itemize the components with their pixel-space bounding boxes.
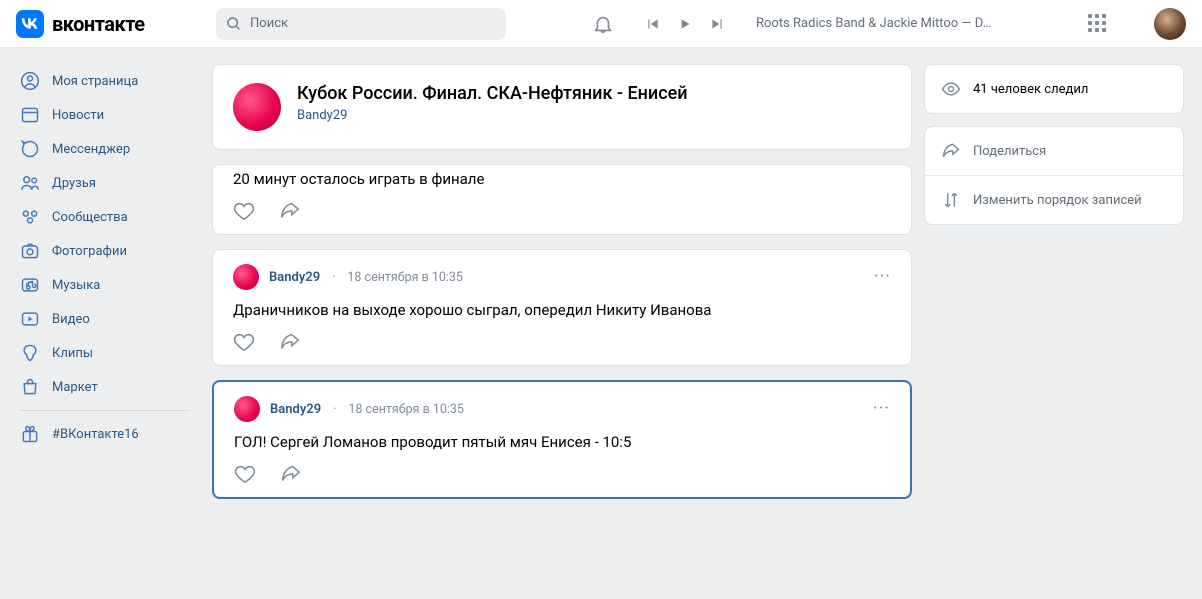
followers-widget: 41 человек следил bbox=[924, 64, 1184, 114]
news-icon bbox=[20, 105, 40, 125]
search-icon bbox=[226, 16, 242, 32]
sidebar-item-friends[interactable]: Друзья bbox=[10, 166, 200, 200]
like-icon[interactable] bbox=[233, 331, 255, 353]
gift-icon bbox=[20, 424, 40, 444]
post-author-link[interactable]: Bandy29 bbox=[269, 270, 320, 285]
post-date: 18 сентября в 10:35 bbox=[347, 270, 463, 285]
market-icon bbox=[20, 377, 40, 397]
eye-icon bbox=[941, 79, 961, 99]
post-avatar[interactable] bbox=[234, 396, 260, 422]
clips-icon bbox=[20, 343, 40, 363]
post-dot: · bbox=[333, 402, 336, 417]
sidebar-nav: Моя страница Новости Мессенджер Друзья С… bbox=[10, 64, 200, 513]
messenger-icon bbox=[20, 139, 40, 159]
sidebar-item-label: Фотографии bbox=[52, 244, 127, 259]
post-body: Драничников на выходе хорошо сыграл, опе… bbox=[233, 300, 891, 321]
logo[interactable]: вконтакте bbox=[16, 10, 216, 38]
sidebar-item-video[interactable]: Видео bbox=[10, 302, 200, 336]
user-avatar[interactable] bbox=[1154, 8, 1186, 40]
sidebar-item-market[interactable]: Маркет bbox=[10, 370, 200, 404]
share-icon[interactable] bbox=[279, 200, 301, 222]
play-icon[interactable] bbox=[678, 17, 692, 31]
prev-track-icon[interactable] bbox=[646, 17, 660, 31]
sidebar-item-label: Маркет bbox=[52, 380, 98, 395]
sort-icon bbox=[941, 190, 961, 210]
top-header: вконтакте Поиск Roots Radics Band & Jack… bbox=[0, 0, 1202, 48]
logo-text: вконтакте bbox=[52, 12, 145, 36]
share-icon[interactable] bbox=[279, 331, 301, 353]
post-highlighted: Bandy29 · 18 сентября в 10:35 ··· ГОЛ! С… bbox=[212, 380, 912, 499]
post-header: Bandy29 · 18 сентября в 10:35 ··· bbox=[233, 264, 891, 290]
search-placeholder: Поиск bbox=[250, 16, 288, 31]
post-header: Bandy29 · 18 сентября в 10:35 ··· bbox=[234, 396, 890, 422]
post-actions bbox=[233, 200, 891, 222]
sidebar-item-label: Музыка bbox=[52, 278, 100, 293]
post: 20 минут осталось играть в финале bbox=[212, 164, 912, 235]
main-content: Кубок России. Финал. СКА-Нефтяник - Енис… bbox=[212, 64, 912, 513]
photos-icon bbox=[20, 241, 40, 261]
share-icon bbox=[941, 141, 961, 161]
music-icon bbox=[20, 275, 40, 295]
reorder-action[interactable]: Изменить порядок записей bbox=[925, 176, 1183, 224]
profile-icon bbox=[20, 71, 40, 91]
post: Bandy29 · 18 сентября в 10:35 ··· Дранич… bbox=[212, 249, 912, 366]
post-author-link[interactable]: Bandy29 bbox=[270, 402, 321, 417]
sidebar-item-photos[interactable]: Фотографии bbox=[10, 234, 200, 268]
followers-text: 41 человек следил bbox=[973, 82, 1088, 97]
sidebar-item-clips[interactable]: Клипы bbox=[10, 336, 200, 370]
right-sidebar: 41 человек следил Поделиться Изменить по… bbox=[924, 64, 1184, 513]
like-icon[interactable] bbox=[234, 463, 256, 485]
actions-widget: Поделиться Изменить порядок записей bbox=[924, 126, 1184, 225]
friends-icon bbox=[20, 173, 40, 193]
vk-logo-icon bbox=[16, 10, 44, 38]
group-avatar[interactable] bbox=[233, 83, 281, 131]
reorder-text: Изменить порядок записей bbox=[973, 193, 1142, 208]
topic-author-link[interactable]: Bandy29 bbox=[297, 108, 688, 123]
header-controls: Roots Radics Band & Jackie Mittoo — D… bbox=[592, 8, 1186, 40]
post-dot: · bbox=[332, 270, 335, 285]
share-action[interactable]: Поделиться bbox=[925, 127, 1183, 176]
sidebar-item-news[interactable]: Новости bbox=[10, 98, 200, 132]
post-actions bbox=[234, 463, 890, 485]
sidebar-divider bbox=[20, 410, 190, 411]
post-more-icon[interactable]: ··· bbox=[873, 404, 890, 414]
now-playing-text[interactable]: Roots Radics Band & Jackie Mittoo — D… bbox=[756, 16, 1046, 31]
post-actions bbox=[233, 331, 891, 353]
sidebar-item-messenger[interactable]: Мессенджер bbox=[10, 132, 200, 166]
sidebar-item-label: Моя страница bbox=[52, 74, 138, 89]
sidebar-item-music[interactable]: Музыка bbox=[10, 268, 200, 302]
player-controls bbox=[646, 17, 724, 31]
sidebar-item-label: Новости bbox=[52, 108, 104, 123]
post-body: ГОЛ! Сергей Ломанов проводит пятый мяч Е… bbox=[234, 432, 890, 453]
bell-icon[interactable] bbox=[592, 13, 614, 35]
sidebar-item-label: Друзья bbox=[52, 176, 96, 191]
post-avatar[interactable] bbox=[233, 264, 259, 290]
post-body: 20 минут осталось играть в финале bbox=[233, 165, 891, 190]
sidebar-item-communities[interactable]: Сообщества bbox=[10, 200, 200, 234]
next-track-icon[interactable] bbox=[710, 17, 724, 31]
post-date: 18 сентября в 10:35 bbox=[348, 402, 464, 417]
like-icon[interactable] bbox=[233, 200, 255, 222]
sidebar-item-label: Мессенджер bbox=[52, 142, 130, 157]
sidebar-item-label: Сообщества bbox=[52, 210, 128, 225]
sidebar-item-profile[interactable]: Моя страница bbox=[10, 64, 200, 98]
sidebar-item-label: Клипы bbox=[52, 346, 93, 361]
post-more-icon[interactable]: ··· bbox=[874, 272, 891, 282]
video-icon bbox=[20, 309, 40, 329]
followers-count[interactable]: 41 человек следил bbox=[925, 65, 1183, 113]
search-input[interactable]: Поиск bbox=[216, 8, 506, 40]
share-text: Поделиться bbox=[973, 144, 1046, 159]
sidebar-item-label: #ВКонтакте16 bbox=[52, 427, 139, 442]
apps-grid-icon[interactable] bbox=[1088, 14, 1108, 34]
topic-title: Кубок России. Финал. СКА-Нефтяник - Енис… bbox=[297, 83, 688, 104]
topic-header: Кубок России. Финал. СКА-Нефтяник - Енис… bbox=[212, 64, 912, 150]
communities-icon bbox=[20, 207, 40, 227]
sidebar-item-label: Видео bbox=[52, 312, 90, 327]
share-icon[interactable] bbox=[280, 463, 302, 485]
sidebar-item-hashtag[interactable]: #ВКонтакте16 bbox=[10, 417, 200, 451]
